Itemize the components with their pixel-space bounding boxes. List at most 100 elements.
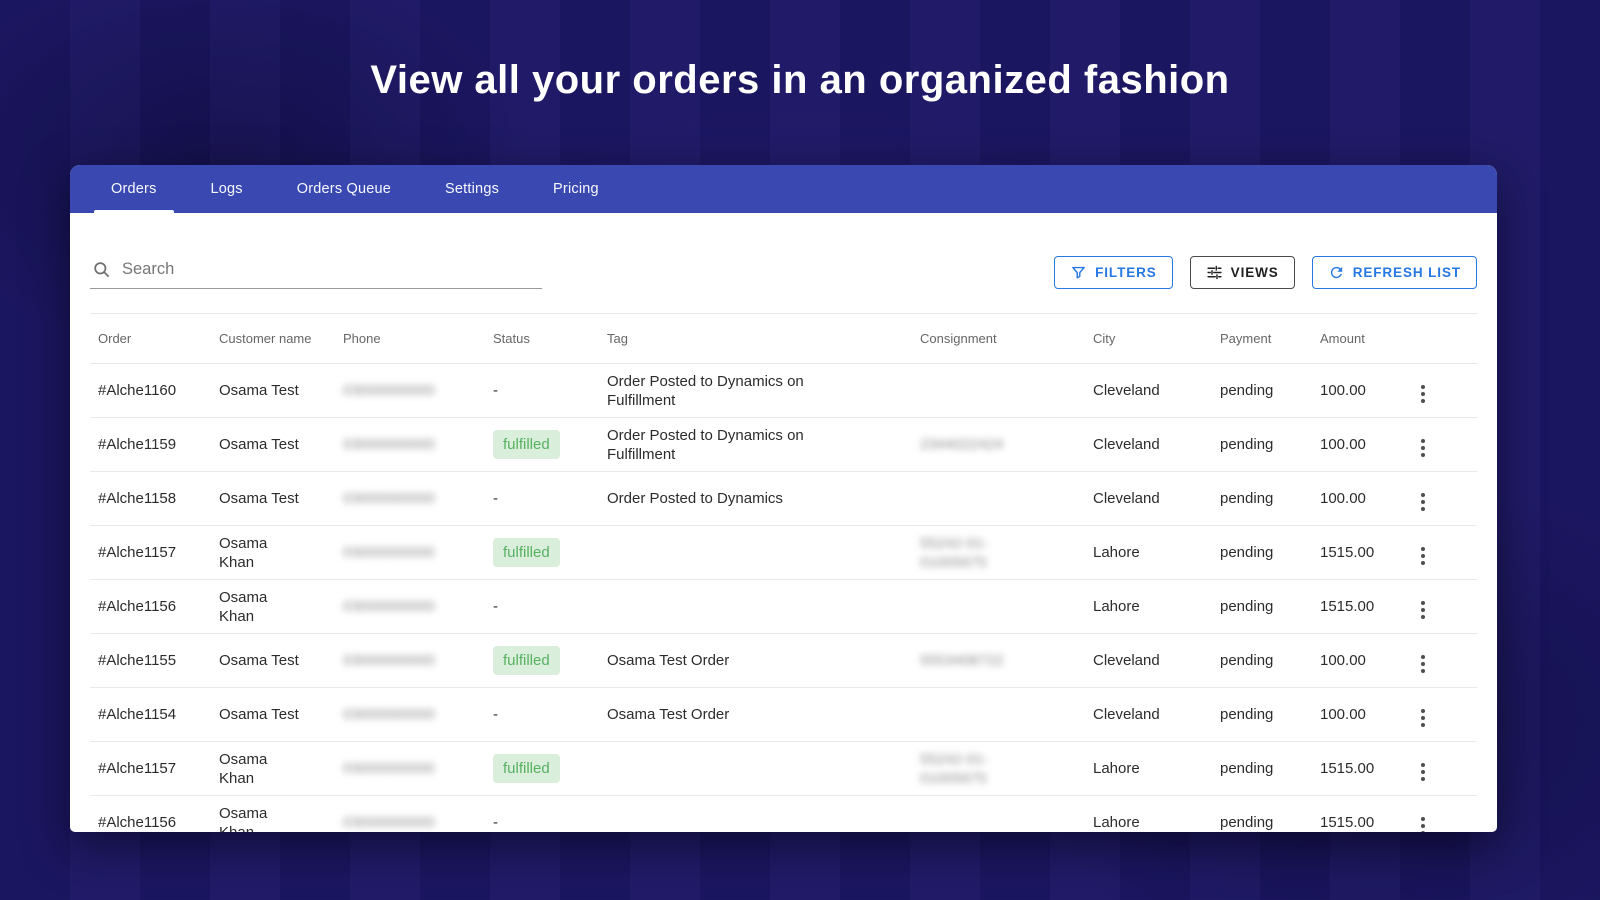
row-menu-icon[interactable] bbox=[1411, 652, 1435, 676]
payment-cell: pending bbox=[1212, 795, 1312, 832]
tab-bar: Orders Logs Orders Queue Settings Pricing bbox=[70, 165, 1497, 213]
consignment-cell: 55242-01- 01005675 bbox=[912, 741, 1085, 796]
city-cell: Lahore bbox=[1085, 579, 1212, 634]
row-actions-cell bbox=[1403, 417, 1477, 472]
row-actions-cell bbox=[1403, 741, 1477, 796]
status-cell: - bbox=[485, 363, 599, 418]
payment-cell: pending bbox=[1212, 579, 1312, 634]
tab-pricing[interactable]: Pricing bbox=[526, 165, 626, 213]
status-cell: fulfilled bbox=[485, 633, 599, 688]
city-cell: Cleveland bbox=[1085, 417, 1212, 472]
row-menu-icon[interactable] bbox=[1411, 490, 1435, 514]
column-header: Phone bbox=[335, 313, 485, 364]
column-header: Tag bbox=[599, 313, 912, 364]
table-body: #Alche1160 Osama Test 03000000000- Order Po… bbox=[90, 363, 1477, 832]
column-header: Status bbox=[485, 313, 599, 364]
tag-cell: Order Posted to Dynamics on Fulfillment bbox=[599, 417, 912, 472]
filters-button[interactable]: FILTERS bbox=[1054, 256, 1173, 289]
status-cell: - bbox=[485, 687, 599, 742]
views-button[interactable]: VIEWS bbox=[1189, 256, 1295, 289]
payment-cell: pending bbox=[1212, 633, 1312, 688]
customer-name-cell: Osama Khan bbox=[211, 741, 335, 796]
row-menu-icon[interactable] bbox=[1411, 706, 1435, 730]
customer-name-cell: Osama Test bbox=[211, 687, 335, 742]
order-id-cell: #Alche1155 bbox=[90, 633, 211, 688]
order-id-cell: #Alche1157 bbox=[90, 741, 211, 796]
row-menu-icon[interactable] bbox=[1411, 598, 1435, 622]
tag-cell: Order Posted to Dynamics bbox=[599, 471, 912, 526]
order-id-cell: #Alche1156 bbox=[90, 579, 211, 634]
phone-masked-value: 03000000000 bbox=[343, 706, 435, 723]
order-id-cell: #Alche1158 bbox=[90, 471, 211, 526]
city-cell: Cleveland bbox=[1085, 471, 1212, 526]
table-row: #Alche1156 Osama Khan 03000000000 - Lahore pe… bbox=[90, 579, 1477, 634]
table-row: #Alche1159 Osama Test 03000000000 fulfilled… bbox=[90, 417, 1477, 472]
phone-cell: 03000000000 bbox=[335, 579, 485, 634]
row-actions-cell bbox=[1403, 579, 1477, 634]
orders-panel: OrdersLogsOrders QueueSettingsPricing FI… bbox=[70, 165, 1497, 832]
phone-masked-value: 03000000000 bbox=[343, 652, 435, 669]
row-menu-icon[interactable] bbox=[1411, 814, 1435, 832]
toolbar: FILTERS VIEWS REFRESH LIST bbox=[90, 247, 1477, 289]
phone-masked-value: 03000000000 bbox=[343, 490, 435, 507]
search-input[interactable] bbox=[122, 260, 540, 279]
phone-cell: 03000000000 bbox=[335, 741, 485, 796]
status-cell: fulfilled bbox=[485, 525, 599, 580]
customer-name-cell: Osama Test bbox=[211, 471, 335, 526]
phone-masked-value: 03000000000 bbox=[343, 436, 435, 453]
order-id-cell: #Alche1154 bbox=[90, 687, 211, 742]
orders-table: Order Customer name Phone Status Tag Consignm… bbox=[90, 313, 1477, 832]
refresh-list-button[interactable]: REFRESH LIST bbox=[1311, 256, 1477, 289]
status-cell: fulfilled bbox=[485, 417, 599, 472]
tab-settings[interactable]: Settings bbox=[418, 165, 526, 213]
row-menu-icon[interactable] bbox=[1411, 382, 1435, 406]
row-menu-icon[interactable] bbox=[1411, 436, 1435, 460]
payment-cell: pending bbox=[1212, 687, 1312, 742]
consignment-masked-value: 2344022424 bbox=[920, 436, 1004, 453]
refresh-list-button-label: REFRESH LIST bbox=[1352, 265, 1461, 280]
row-actions-cell bbox=[1403, 795, 1477, 832]
tag-cell bbox=[599, 795, 912, 832]
panel-content: FILTERS VIEWS REFRESH LIST bbox=[70, 247, 1497, 832]
column-header: Amount bbox=[1312, 313, 1403, 364]
payment-cell: pending bbox=[1212, 471, 1312, 526]
customer-name-cell: Osama Khan bbox=[211, 795, 335, 832]
status-badge: fulfilled bbox=[493, 538, 560, 567]
consignment-masked-value: 5553408722 bbox=[920, 652, 1004, 669]
refresh-icon bbox=[1330, 266, 1342, 279]
consignment-cell: 5553408722 bbox=[912, 633, 1085, 688]
filters-button-label: FILTERS bbox=[1095, 265, 1157, 280]
consignment-masked-value: 55242-01- 01005675 bbox=[920, 534, 989, 571]
status-cell: - bbox=[485, 471, 599, 526]
amount-cell: 100.00 bbox=[1312, 471, 1403, 526]
phone-cell: 03000000000 bbox=[335, 471, 485, 526]
consignment-cell bbox=[912, 471, 1085, 526]
row-actions-cell bbox=[1403, 363, 1477, 418]
table-row: #Alche1154 Osama Test 03000000000 - Osama Te… bbox=[90, 687, 1477, 742]
phone-masked-value: 03000000000 bbox=[343, 382, 435, 399]
column-header: Consignment bbox=[912, 313, 1085, 364]
customer-name-cell: Osama Test bbox=[211, 633, 335, 688]
page-title: View all your orders in an organized fas… bbox=[370, 58, 1230, 102]
row-menu-icon[interactable] bbox=[1411, 544, 1435, 568]
payment-cell: pending bbox=[1212, 417, 1312, 472]
city-cell: Cleveland bbox=[1085, 687, 1212, 742]
tab-orders-queue[interactable]: Orders Queue bbox=[270, 165, 418, 213]
row-actions-cell bbox=[1403, 525, 1477, 580]
tab-logs[interactable]: Logs bbox=[184, 165, 270, 213]
phone-masked-value: 03000000000 bbox=[343, 598, 435, 615]
consignment-cell bbox=[912, 579, 1085, 634]
table-header: Order Customer name Phone Status Tag Consignm… bbox=[90, 313, 1477, 364]
consignment-masked-value: 55242-01- 01005675 bbox=[920, 750, 989, 787]
search-field[interactable] bbox=[90, 260, 542, 289]
row-menu-icon[interactable] bbox=[1411, 760, 1435, 784]
column-header: City bbox=[1085, 313, 1212, 364]
status-cell: fulfilled bbox=[485, 741, 599, 796]
customer-name-cell: Osama Test bbox=[211, 417, 335, 472]
table-row: #Alche1156 Osama Khan 03000000000 - Lahore pe… bbox=[90, 795, 1477, 832]
phone-cell: 03000000000 bbox=[335, 687, 485, 742]
tag-cell bbox=[599, 741, 912, 796]
phone-cell: 03000000000 bbox=[335, 417, 485, 472]
column-header bbox=[1403, 313, 1477, 364]
tab-orders[interactable]: Orders bbox=[84, 165, 184, 213]
